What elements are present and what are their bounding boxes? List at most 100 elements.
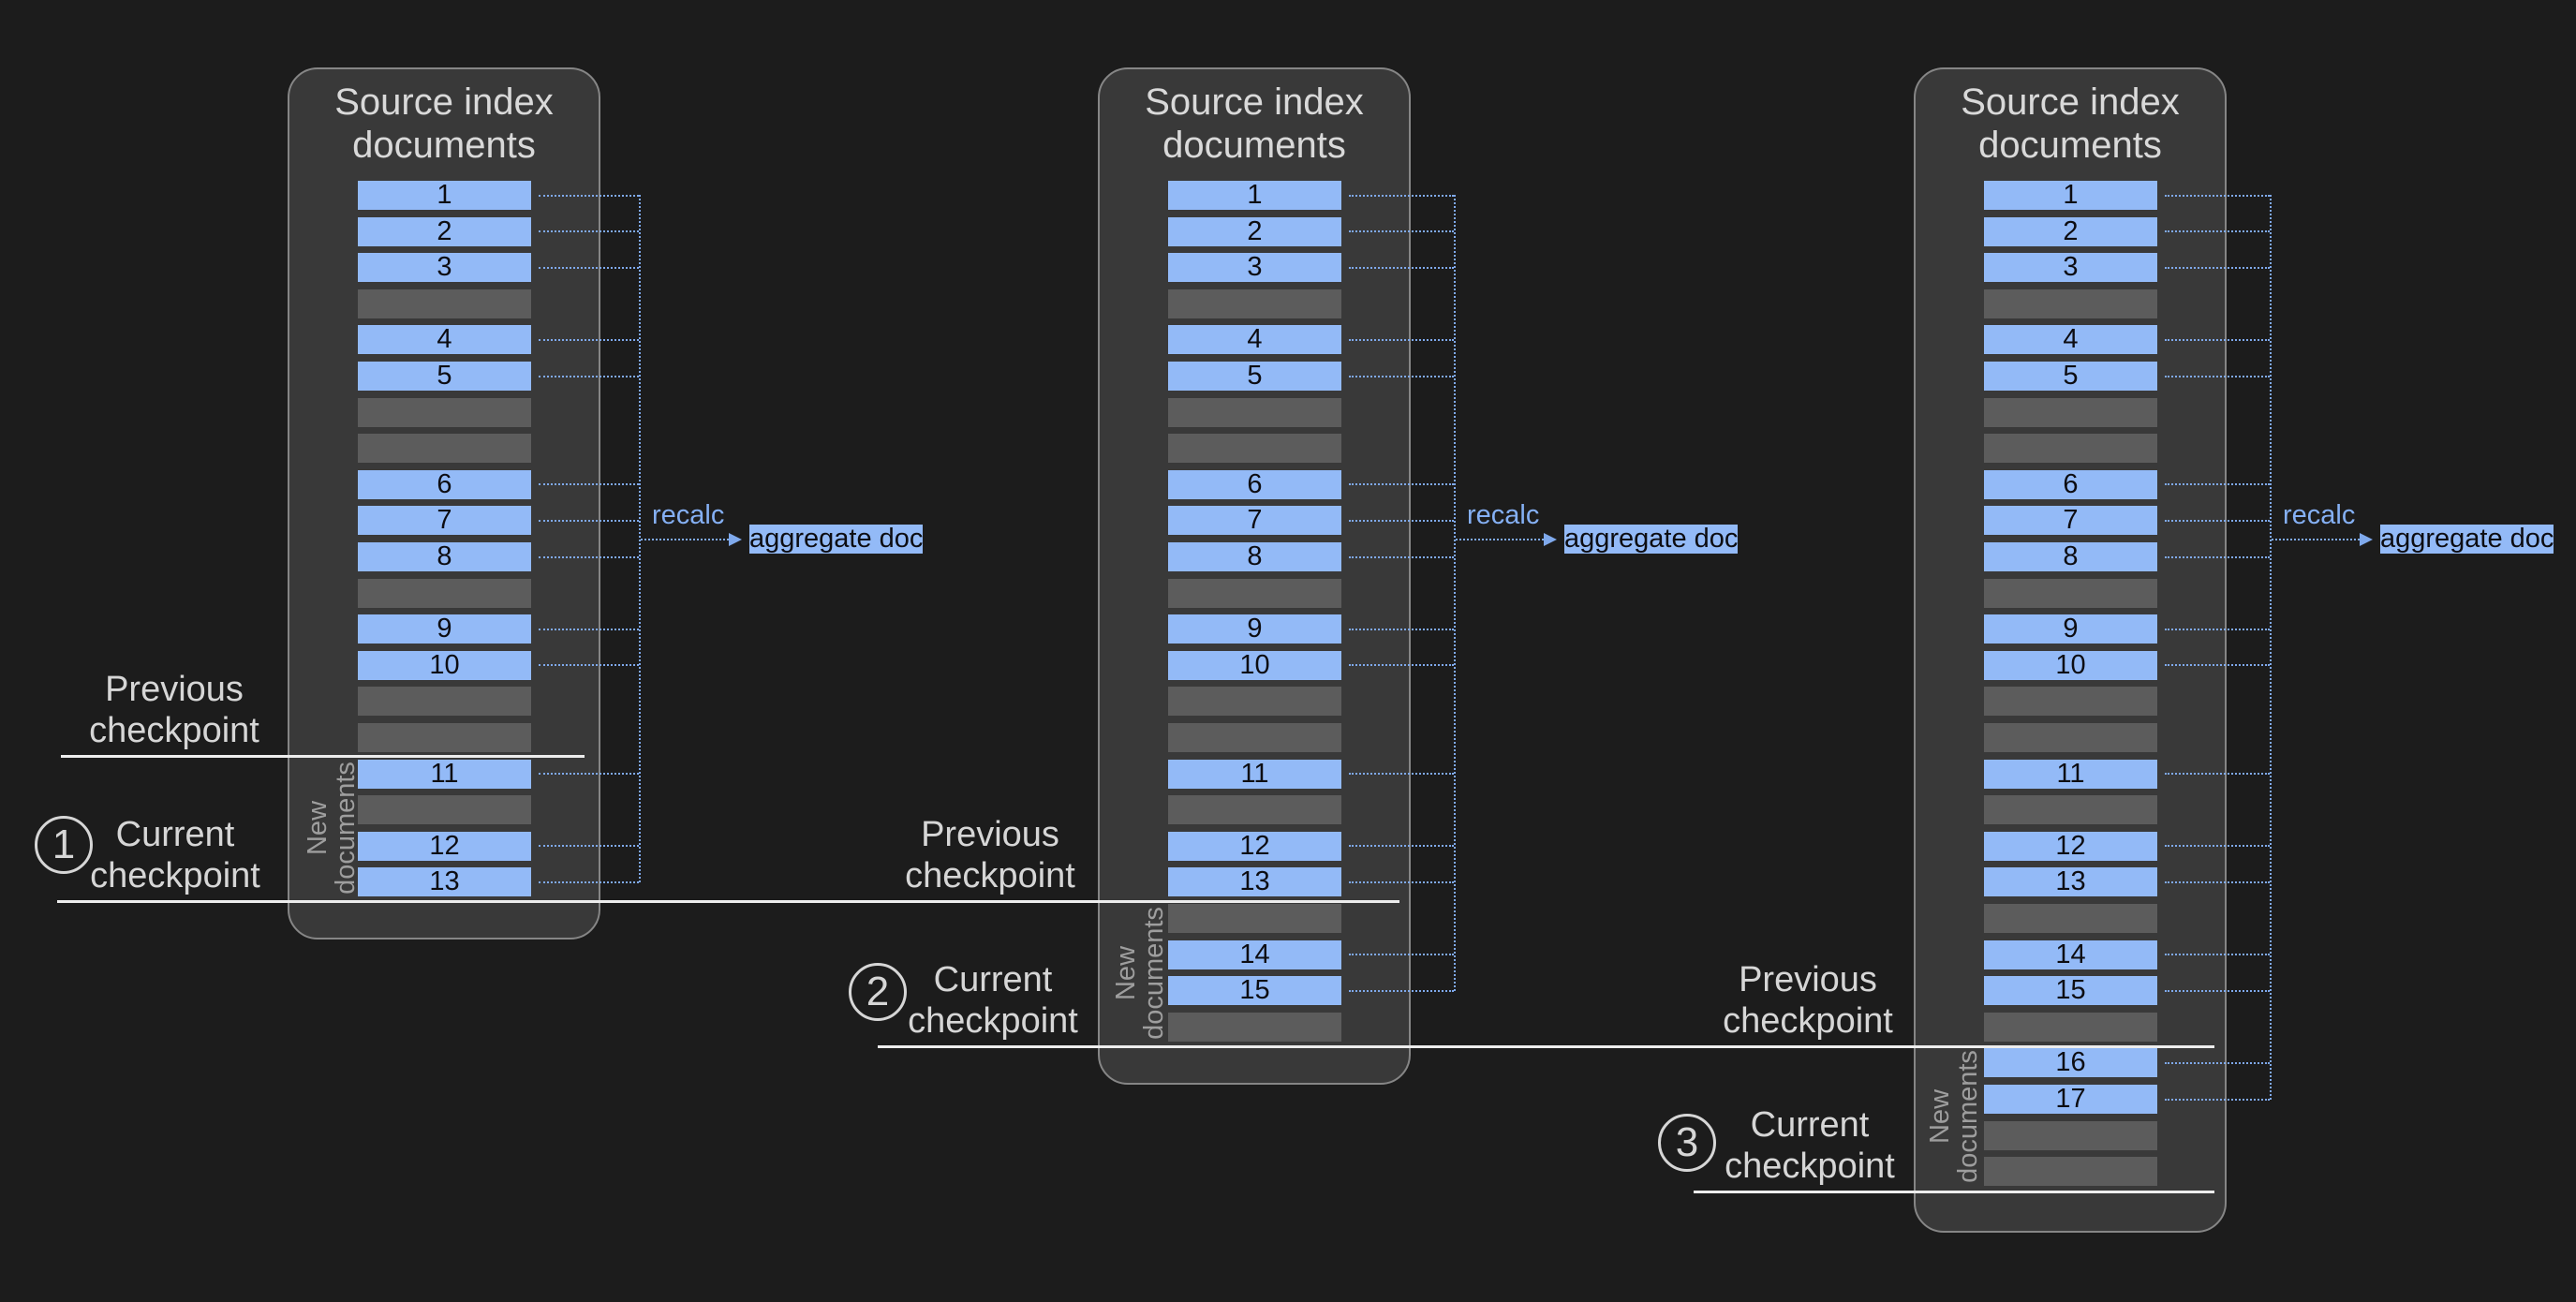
step-2-badge: 2 <box>849 963 907 1021</box>
panel-title: Source indexdocuments <box>1914 81 2227 167</box>
doc-connector-line <box>539 195 639 197</box>
doc-bar: 9 <box>1168 614 1341 644</box>
doc-bar: 3 <box>1168 253 1341 282</box>
doc-connector-line <box>539 520 639 522</box>
doc-connector-line <box>2165 1062 2270 1064</box>
current-checkpoint-line1: Current <box>1751 1105 1870 1145</box>
doc-connector-line <box>2165 339 2270 341</box>
doc-bar: 3 <box>1984 253 2157 282</box>
doc-connector-line <box>2165 520 2270 522</box>
new-documents-label: Newdocuments <box>303 762 360 895</box>
doc-connector-line <box>1349 195 1454 197</box>
doc-bar: 11 <box>1984 760 2157 789</box>
doc-connector-line <box>2165 990 2270 992</box>
empty-doc-slot <box>1984 434 2157 463</box>
doc-connector-line <box>2165 629 2270 630</box>
empty-doc-slot <box>1168 398 1341 427</box>
empty-doc-slot <box>358 579 531 608</box>
doc-connector-line <box>539 845 639 847</box>
doc-connector-line <box>539 881 639 883</box>
empty-doc-slot <box>1984 289 2157 318</box>
previous-checkpoint-line1: Previous <box>921 815 1059 854</box>
current-checkpoint-line2: checkpoint <box>1725 1147 1895 1186</box>
panel-title: Source indexdocuments <box>288 81 600 167</box>
checkpoint-line-2 <box>57 900 1399 903</box>
doc-bar: 4 <box>358 325 531 354</box>
doc-connector-line <box>539 376 639 377</box>
doc-connector-line <box>1349 230 1454 232</box>
doc-connector-line <box>539 773 639 775</box>
doc-connector-line <box>2165 230 2270 232</box>
doc-bar: 13 <box>1168 867 1341 896</box>
doc-connector-line <box>1349 556 1454 558</box>
doc-bar: 1 <box>1984 181 2157 210</box>
doc-connector-line <box>1349 881 1454 883</box>
previous-checkpoint-line1: Previous <box>105 670 244 709</box>
doc-bar: 12 <box>358 832 531 861</box>
doc-connector-line <box>2165 773 2270 775</box>
doc-connector-line <box>1349 664 1454 666</box>
doc-bar: 9 <box>1984 614 2157 644</box>
aggregate-doc-box: aggregate doc <box>1564 525 1738 554</box>
new-documents-line1: New <box>1111 946 1141 1000</box>
step-1-badge: 1 <box>35 816 93 874</box>
doc-connector-line <box>539 267 639 269</box>
doc-bar: 14 <box>1168 940 1341 969</box>
empty-doc-slot <box>358 795 531 824</box>
doc-bar: 5 <box>1168 362 1341 391</box>
current-checkpoint-label-1: Current checkpoint <box>90 814 260 896</box>
empty-doc-slot <box>1168 1013 1341 1042</box>
new-documents-line1: New <box>303 801 333 855</box>
doc-connector-line <box>539 556 639 558</box>
recalc-arrowhead-icon <box>2360 533 2373 546</box>
aggregate-doc-box: aggregate doc <box>749 525 923 554</box>
panel-title-line1: Source index <box>1961 81 2179 123</box>
empty-doc-slot <box>358 398 531 427</box>
doc-connector-line <box>1349 376 1454 377</box>
doc-bar: 6 <box>358 470 531 499</box>
recalc-arrow <box>1456 539 1544 540</box>
empty-doc-slot <box>1984 1157 2157 1186</box>
doc-connector-line <box>2165 376 2270 377</box>
doc-bar: 1 <box>358 181 531 210</box>
doc-bar: 7 <box>1168 506 1341 535</box>
previous-checkpoint-line2: checkpoint <box>1723 1001 1893 1041</box>
transform-checkpoints-diagram: Previous checkpoint Previous checkpoint … <box>0 0 2576 1302</box>
empty-doc-slot <box>1168 904 1341 933</box>
empty-doc-slot <box>1984 723 2157 752</box>
doc-bar: 10 <box>1984 651 2157 680</box>
recalc-arrowhead-icon <box>1544 533 1557 546</box>
doc-bar: 14 <box>1984 940 2157 969</box>
doc-bar: 17 <box>1984 1085 2157 1114</box>
previous-checkpoint-line1: Previous <box>1739 960 1877 999</box>
current-checkpoint-line1: Current <box>116 815 235 854</box>
previous-checkpoint-label-1: Previous checkpoint <box>89 669 259 751</box>
panel-title-line1: Source index <box>1145 81 1363 123</box>
recalc-arrowhead-icon <box>729 533 742 546</box>
new-documents-label: Newdocuments <box>1926 1050 1982 1183</box>
doc-bar: 6 <box>1984 470 2157 499</box>
doc-connector-line <box>2165 845 2270 847</box>
doc-bar: 9 <box>358 614 531 644</box>
doc-connector-line <box>1349 954 1454 955</box>
panel-title-line1: Source index <box>334 81 553 123</box>
doc-bar: 4 <box>1168 325 1341 354</box>
recalc-arrow <box>641 539 729 540</box>
doc-connector-line <box>1349 339 1454 341</box>
empty-doc-slot <box>1984 795 2157 824</box>
doc-bar: 3 <box>358 253 531 282</box>
doc-connector-line <box>1349 483 1454 485</box>
doc-bar: 5 <box>1984 362 2157 391</box>
current-checkpoint-label-3: Current checkpoint <box>1725 1104 1895 1187</box>
doc-bar: 4 <box>1984 325 2157 354</box>
current-checkpoint-line2: checkpoint <box>90 856 260 895</box>
panel-title-line2: documents <box>352 125 536 166</box>
doc-bar: 16 <box>1984 1048 2157 1077</box>
doc-bar: 2 <box>358 217 531 246</box>
doc-connector-line <box>2165 195 2270 197</box>
current-checkpoint-line1: Current <box>934 960 1053 999</box>
panel-title-line2: documents <box>1978 125 2162 166</box>
empty-doc-slot <box>1168 289 1341 318</box>
doc-connector-line <box>2165 556 2270 558</box>
doc-bar: 5 <box>358 362 531 391</box>
